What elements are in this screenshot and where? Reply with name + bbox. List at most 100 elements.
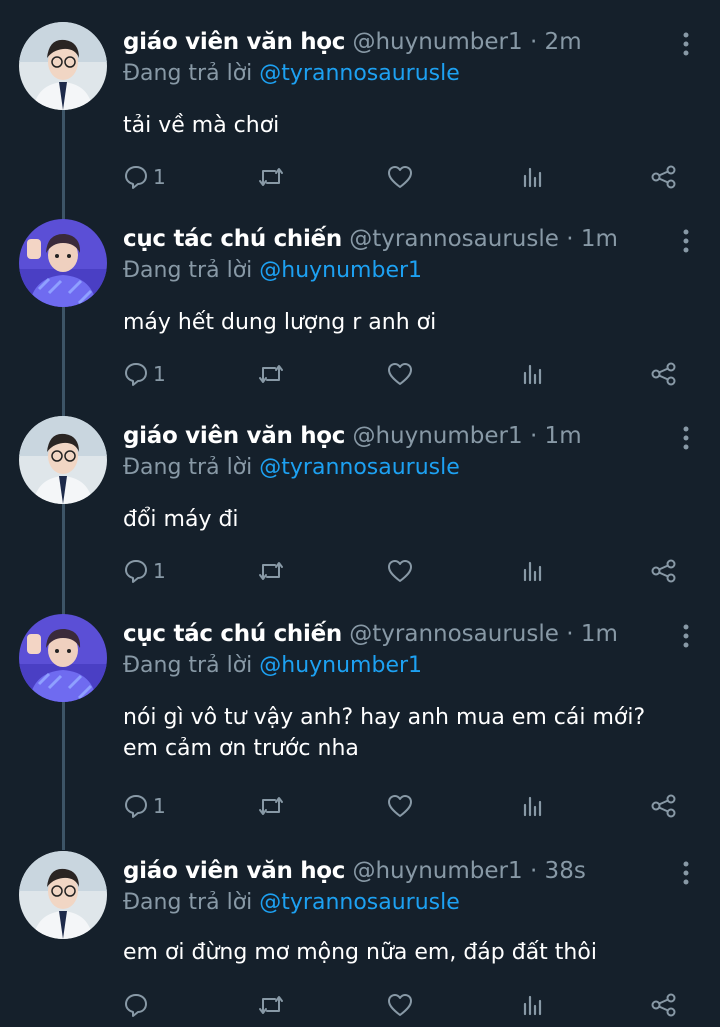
heart-icon	[386, 361, 414, 387]
like-button[interactable]	[386, 557, 414, 585]
timestamp[interactable]: · 2m	[530, 29, 582, 55]
share-button[interactable]	[650, 360, 678, 388]
timestamp[interactable]: · 38s	[530, 858, 586, 884]
analytics-button[interactable]	[519, 360, 545, 388]
tweet-actions: 1	[123, 792, 700, 820]
username[interactable]: @huynumber1	[352, 858, 522, 884]
retweet-button[interactable]	[257, 792, 285, 820]
tweet-text: nói gì vô tư vậy anh? hay anh mua em cái…	[123, 702, 645, 764]
reply-button[interactable]: 1	[123, 163, 166, 191]
reply-button[interactable]: 1	[123, 557, 166, 585]
share-icon	[650, 992, 678, 1018]
avatar[interactable]	[19, 614, 107, 702]
retweet-icon	[257, 793, 285, 819]
share-icon	[650, 164, 678, 190]
reply-count: 1	[153, 794, 166, 818]
analytics-icon	[519, 992, 545, 1018]
timestamp[interactable]: · 1m	[566, 226, 618, 252]
like-button[interactable]	[386, 163, 414, 191]
tweet-text-line: máy hết dung lượng r anh ơi	[123, 310, 437, 335]
tweet-text-line: em ơi đừng mơ mộng nữa em, đáp đất thôi	[123, 940, 597, 965]
avatar[interactable]	[19, 22, 107, 110]
retweet-button[interactable]	[257, 163, 285, 191]
like-button[interactable]	[386, 360, 414, 388]
tweet-text-line: đổi máy đi	[123, 507, 239, 532]
tweet-text: đổi máy đi	[123, 504, 239, 535]
tweet[interactable]: giáo viên văn học @huynumber1 · 1m Đang …	[0, 416, 720, 591]
more-vertical-icon[interactable]	[682, 426, 690, 450]
replying-to-mention[interactable]: @tyrannosaurusle	[259, 890, 460, 915]
avatar[interactable]	[19, 219, 107, 307]
tweet-text: tải về mà chơi	[123, 110, 279, 141]
more-vertical-icon[interactable]	[682, 861, 690, 885]
share-button[interactable]	[650, 792, 678, 820]
reply-icon	[123, 361, 149, 387]
analytics-button[interactable]	[519, 163, 545, 191]
avatar[interactable]	[19, 851, 107, 939]
timestamp[interactable]: · 1m	[530, 423, 582, 449]
retweet-icon	[257, 361, 285, 387]
display-name[interactable]: cục tác chú chiến	[123, 621, 342, 647]
replying-to: Đang trả lời @tyrannosaurusle	[123, 889, 460, 917]
share-icon	[650, 793, 678, 819]
username[interactable]: @huynumber1	[352, 29, 522, 55]
replying-to: Đang trả lời @tyrannosaurusle	[123, 454, 460, 482]
share-button[interactable]	[650, 991, 678, 1019]
heart-icon	[386, 793, 414, 819]
analytics-icon	[519, 793, 545, 819]
more-vertical-icon[interactable]	[682, 229, 690, 253]
heart-icon	[386, 558, 414, 584]
tweet[interactable]: giáo viên văn học @huynumber1 · 38s Đang…	[0, 851, 720, 1027]
retweet-button[interactable]	[257, 557, 285, 585]
display-name[interactable]: cục tác chú chiến	[123, 226, 342, 252]
tweet[interactable]: giáo viên văn học @huynumber1 · 2m Đang …	[0, 22, 720, 197]
share-button[interactable]	[650, 557, 678, 585]
replying-to: Đang trả lời @huynumber1	[123, 652, 422, 680]
like-button[interactable]	[386, 792, 414, 820]
display-name[interactable]: giáo viên văn học	[123, 423, 345, 449]
reply-icon	[123, 992, 149, 1018]
replying-to: Đang trả lời @huynumber1	[123, 257, 422, 285]
tweet-text: em ơi đừng mơ mộng nữa em, đáp đất thôi	[123, 937, 597, 968]
analytics-button[interactable]	[519, 557, 545, 585]
username[interactable]: @tyrannosaurusle	[349, 621, 559, 647]
retweet-button[interactable]	[257, 991, 285, 1019]
avatar[interactable]	[19, 416, 107, 504]
tweet-header: giáo viên văn học @huynumber1 · 2m	[123, 28, 660, 56]
replying-to-mention[interactable]: @tyrannosaurusle	[259, 61, 460, 86]
display-name[interactable]: giáo viên văn học	[123, 858, 345, 884]
share-button[interactable]	[650, 163, 678, 191]
tweet[interactable]: cục tác chú chiến @tyrannosaurusle · 1m …	[0, 614, 720, 824]
tweet-header: giáo viên văn học @huynumber1 · 38s	[123, 857, 660, 885]
retweet-button[interactable]	[257, 360, 285, 388]
analytics-button[interactable]	[519, 792, 545, 820]
tweet-actions: 1	[123, 163, 700, 191]
tweet[interactable]: cục tác chú chiến @tyrannosaurusle · 1m …	[0, 219, 720, 394]
replying-to-label: Đang trả lời	[123, 653, 253, 678]
retweet-icon	[257, 992, 285, 1018]
share-icon	[650, 558, 678, 584]
tweet-header: cục tác chú chiến @tyrannosaurusle · 1m	[123, 620, 660, 648]
username[interactable]: @huynumber1	[352, 423, 522, 449]
analytics-button[interactable]	[519, 991, 545, 1019]
reply-count: 1	[153, 362, 166, 386]
tweet-header: giáo viên văn học @huynumber1 · 1m	[123, 422, 660, 450]
display-name[interactable]: giáo viên văn học	[123, 29, 345, 55]
heart-icon	[386, 992, 414, 1018]
reply-count: 1	[153, 165, 166, 189]
reply-button[interactable]: 1	[123, 360, 166, 388]
tweet-header: cục tác chú chiến @tyrannosaurusle · 1m	[123, 225, 660, 253]
more-vertical-icon[interactable]	[682, 624, 690, 648]
more-vertical-icon[interactable]	[682, 32, 690, 56]
tweet-text-line: em cảm ơn trước nha	[123, 736, 359, 761]
timestamp[interactable]: · 1m	[566, 621, 618, 647]
retweet-icon	[257, 164, 285, 190]
reply-button[interactable]	[123, 991, 153, 1019]
like-button[interactable]	[386, 991, 414, 1019]
replying-to-mention[interactable]: @huynumber1	[259, 258, 422, 283]
analytics-icon	[519, 558, 545, 584]
reply-button[interactable]: 1	[123, 792, 166, 820]
replying-to-mention[interactable]: @huynumber1	[259, 653, 422, 678]
username[interactable]: @tyrannosaurusle	[349, 226, 559, 252]
replying-to-mention[interactable]: @tyrannosaurusle	[259, 455, 460, 480]
